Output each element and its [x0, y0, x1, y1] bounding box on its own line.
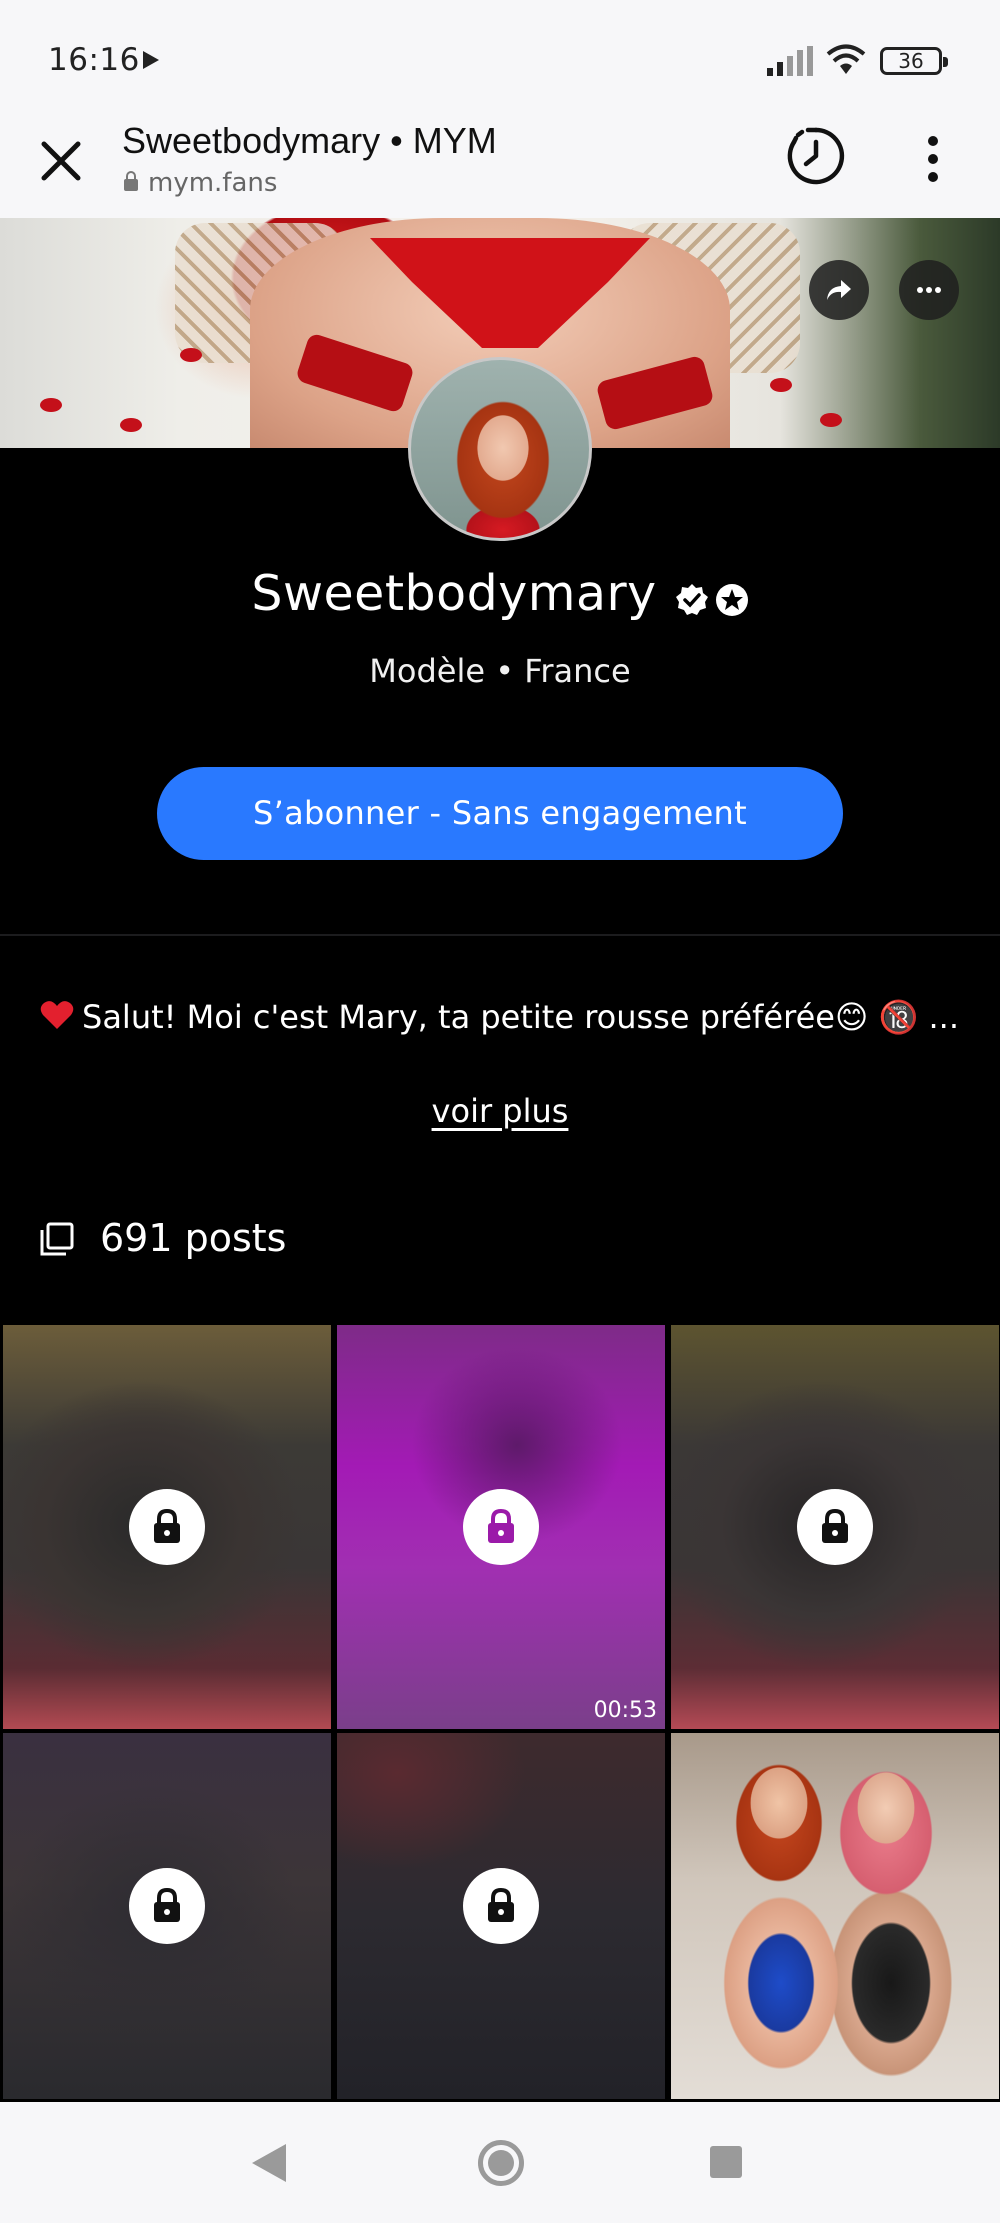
lock-icon: [488, 1509, 514, 1543]
see-more-link[interactable]: voir plus: [0, 1092, 1000, 1130]
post-tile-locked[interactable]: [337, 1733, 665, 2099]
lock-icon: [154, 1509, 180, 1543]
post-tile-locked[interactable]: [671, 1325, 999, 1729]
profile-bio: Salut! Moi c'est Mary, ta petite rousse …: [40, 998, 970, 1036]
signal-icon: [767, 46, 813, 76]
post-tile-photo[interactable]: [671, 1733, 999, 2099]
subscribe-button[interactable]: S’abonner - Sans engagement: [157, 767, 843, 860]
profile-name: Sweetbodymary: [251, 565, 657, 622]
share-icon: [827, 280, 851, 300]
wifi-icon: [826, 44, 866, 74]
avatar[interactable]: [408, 357, 592, 541]
video-duration: 00:53: [593, 1698, 657, 1723]
posts-icon: [40, 1222, 74, 1256]
close-icon[interactable]: [38, 138, 84, 184]
url-text: mym.fans: [148, 168, 278, 198]
cover-petal: [820, 413, 842, 427]
cover-petal: [40, 398, 62, 412]
heart-icon: [40, 1001, 74, 1029]
cover-petal: [770, 378, 792, 392]
star-icon: [715, 583, 748, 616]
home-icon[interactable]: [478, 2140, 524, 2186]
share-button[interactable]: [809, 260, 869, 320]
lock-button[interactable]: [463, 1489, 539, 1565]
more-horiz-icon: [917, 287, 941, 293]
history-icon[interactable]: [786, 126, 846, 186]
posts-grid: 00:53: [0, 1322, 1000, 2102]
profile-subtitle: Modèle • France: [369, 652, 631, 690]
cover-petal: [180, 348, 202, 362]
lock-button[interactable]: [129, 1489, 205, 1565]
lock-button[interactable]: [463, 1868, 539, 1944]
lock-icon: [154, 1888, 180, 1922]
url-display[interactable]: mym.fans: [124, 168, 277, 198]
posts-count: 691 posts: [100, 1216, 287, 1260]
post-tile-locked[interactable]: [3, 1733, 331, 2099]
page-title: Sweetbodymary • MYM: [122, 120, 497, 161]
play-icon: [143, 51, 159, 69]
verified-icon: [675, 583, 708, 615]
lock-icon: [124, 171, 138, 191]
cover-petal: [120, 418, 142, 432]
profile-badges: [669, 568, 749, 625]
lock-button[interactable]: [129, 1868, 205, 1944]
status-time: 16:16: [48, 42, 140, 78]
post-tile-locked[interactable]: 00:53: [337, 1325, 665, 1729]
back-icon[interactable]: [252, 2144, 286, 2182]
profile-name-row: Sweetbodymary: [0, 565, 1000, 625]
status-bar: 16:16 36: [0, 0, 1000, 120]
lock-button[interactable]: [797, 1489, 873, 1565]
battery-indicator: 36: [880, 47, 948, 75]
more-options-button[interactable]: [899, 260, 959, 320]
post-tile-locked[interactable]: [3, 1325, 331, 1729]
bio-text: Salut! Moi c'est Mary, ta petite rousse …: [82, 998, 959, 1036]
more-vert-icon[interactable]: [923, 134, 943, 184]
system-nav-bar: [0, 2102, 1000, 2223]
lock-icon: [488, 1888, 514, 1922]
recent-apps-icon[interactable]: [710, 2146, 742, 2178]
lock-icon: [822, 1509, 848, 1543]
divider: [0, 934, 1000, 936]
browser-toolbar: Sweetbodymary • MYM mym.fans: [0, 120, 1000, 218]
